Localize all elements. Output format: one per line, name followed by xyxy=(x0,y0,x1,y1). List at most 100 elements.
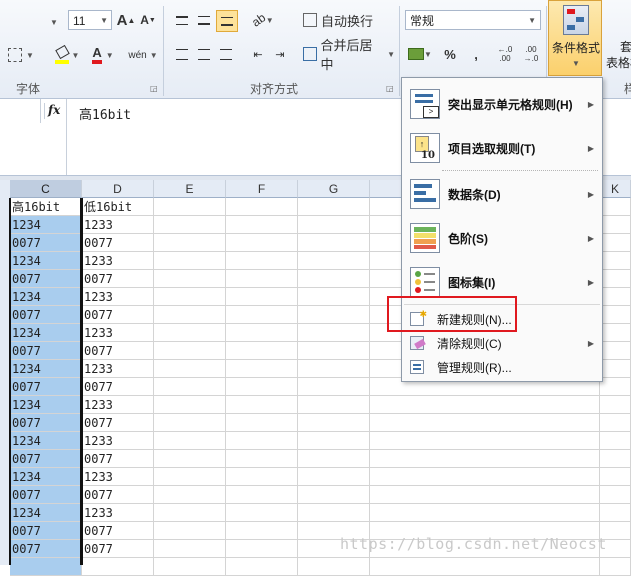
menu-item-color-scales[interactable]: 色阶(S) ▶ xyxy=(402,218,602,258)
sheet-cell[interactable] xyxy=(226,504,298,522)
sheet-cell[interactable] xyxy=(298,234,370,252)
name-box-area[interactable] xyxy=(0,99,41,123)
number-format-dropdown[interactable]: 常规 ▼ xyxy=(405,10,541,30)
sheet-cell[interactable] xyxy=(226,450,298,468)
column-header-c[interactable]: C xyxy=(10,180,82,198)
sheet-cell[interactable] xyxy=(298,396,370,414)
sheet-cell[interactable]: 0077 xyxy=(82,522,154,540)
sheet-cell[interactable] xyxy=(154,288,226,306)
sheet-cell[interactable]: 0077 xyxy=(82,234,154,252)
font-color-button[interactable]: A ▼ xyxy=(86,44,120,66)
sheet-cell[interactable] xyxy=(226,288,298,306)
sheet-cell[interactable] xyxy=(600,468,631,486)
sheet-cell[interactable]: 1233 xyxy=(82,216,154,234)
font-name-dropdown-arrow[interactable]: ▼ xyxy=(50,14,64,28)
sheet-cell[interactable] xyxy=(298,378,370,396)
sheet-cell[interactable]: 1233 xyxy=(82,360,154,378)
sheet-cell[interactable] xyxy=(154,414,226,432)
sheet-cell[interactable] xyxy=(298,360,370,378)
border-button[interactable]: ▼ xyxy=(4,44,38,66)
sheet-cell[interactable] xyxy=(226,414,298,432)
sheet-cell[interactable] xyxy=(226,468,298,486)
sheet-cell[interactable] xyxy=(226,360,298,378)
sheet-cell[interactable]: 1233 xyxy=(82,432,154,450)
align-top-button[interactable] xyxy=(172,10,192,30)
conditional-format-button[interactable]: 条件格式 ▼ xyxy=(548,0,602,76)
sheet-cell[interactable] xyxy=(154,324,226,342)
sheet-cell[interactable] xyxy=(154,252,226,270)
sheet-cell[interactable] xyxy=(154,468,226,486)
increase-decimal-button[interactable]: ←.0 .00 xyxy=(494,44,516,64)
sheet-cell[interactable] xyxy=(226,216,298,234)
sheet-cell[interactable] xyxy=(154,450,226,468)
sheet-cell[interactable] xyxy=(298,306,370,324)
accounting-format-button[interactable]: ▼ xyxy=(406,44,434,64)
align-dialog-launcher[interactable]: ◲ xyxy=(386,84,394,93)
sheet-cell[interactable]: 1233 xyxy=(82,324,154,342)
sheet-cell[interactable] xyxy=(154,396,226,414)
column-header-k[interactable]: K xyxy=(600,180,631,198)
sheet-cell[interactable]: 1233 xyxy=(82,288,154,306)
sheet-cell[interactable] xyxy=(82,558,154,576)
menu-item-highlight-cells[interactable]: > 突出显示单元格规则(H) ▶ xyxy=(402,84,602,124)
sheet-cell[interactable] xyxy=(298,288,370,306)
column-header-g[interactable]: G xyxy=(298,180,370,198)
sheet-cell[interactable] xyxy=(600,252,631,270)
sheet-cell[interactable] xyxy=(226,486,298,504)
increase-indent-button[interactable]: ⇥ xyxy=(270,44,290,64)
sheet-cell[interactable] xyxy=(154,216,226,234)
font-size-dropdown[interactable]: 11 ▼ xyxy=(68,10,112,30)
sheet-cell[interactable] xyxy=(600,324,631,342)
sheet-cell[interactable] xyxy=(154,360,226,378)
align-left-button[interactable] xyxy=(172,44,192,64)
sheet-cell[interactable]: 0077 xyxy=(82,306,154,324)
orientation-button[interactable]: ab ▼ xyxy=(250,10,276,30)
decrease-indent-button[interactable]: ⇤ xyxy=(248,44,268,64)
align-bottom-button[interactable] xyxy=(216,10,238,32)
sheet-cell[interactable] xyxy=(154,504,226,522)
shrink-font-button[interactable]: A ▼ xyxy=(138,10,158,30)
grow-font-button[interactable]: A ▲ xyxy=(116,10,136,30)
sheet-cell[interactable]: 0077 xyxy=(82,486,154,504)
header-cell[interactable] xyxy=(154,198,226,216)
sheet-cell[interactable]: 0077 xyxy=(82,378,154,396)
sheet-cell[interactable] xyxy=(298,432,370,450)
sheet-cell[interactable] xyxy=(600,342,631,360)
sheet-cell[interactable] xyxy=(154,234,226,252)
header-cell[interactable]: 低16bit xyxy=(82,198,154,216)
menu-item-top-bottom[interactable]: ↑ 10 项目选取规则(T) ▶ xyxy=(402,128,602,168)
header-cell[interactable] xyxy=(226,198,298,216)
sheet-cell[interactable] xyxy=(600,486,631,504)
sheet-cell[interactable]: 0077 xyxy=(82,342,154,360)
sheet-cell[interactable] xyxy=(298,324,370,342)
sheet-cell[interactable] xyxy=(600,504,631,522)
fx-icon[interactable]: fx xyxy=(48,103,60,117)
percent-button[interactable]: % xyxy=(440,44,460,64)
sheet-cell[interactable] xyxy=(298,504,370,522)
sheet-cell[interactable]: 1233 xyxy=(82,252,154,270)
sheet-cell[interactable] xyxy=(154,432,226,450)
column-header-e[interactable]: E xyxy=(154,180,226,198)
sheet-cell[interactable]: 0077 xyxy=(82,450,154,468)
merge-center-button[interactable]: 合并后居中 ▼ xyxy=(303,38,395,72)
sheet-cell[interactable] xyxy=(600,414,631,432)
sheet-cell[interactable] xyxy=(370,396,600,414)
sheet-cell[interactable] xyxy=(298,468,370,486)
sheet-cell[interactable] xyxy=(298,252,370,270)
format-as-table-button[interactable]: 套 表格样 xyxy=(606,0,631,76)
header-cell[interactable] xyxy=(600,198,631,216)
comma-button[interactable]: , xyxy=(466,44,486,64)
sheet-cell[interactable] xyxy=(298,558,370,576)
sheet-cell[interactable] xyxy=(370,468,600,486)
align-right-button[interactable] xyxy=(216,44,236,64)
sheet-cell[interactable]: 1233 xyxy=(82,396,154,414)
sheet-cell[interactable] xyxy=(154,306,226,324)
align-middle-button[interactable] xyxy=(194,10,214,30)
sheet-cell[interactable] xyxy=(298,216,370,234)
sheet-cell[interactable] xyxy=(370,486,600,504)
sheet-cell[interactable] xyxy=(370,432,600,450)
sheet-cell[interactable] xyxy=(600,306,631,324)
sheet-cell[interactable] xyxy=(370,558,600,576)
sheet-cell[interactable] xyxy=(226,252,298,270)
sheet-cell[interactable] xyxy=(226,396,298,414)
